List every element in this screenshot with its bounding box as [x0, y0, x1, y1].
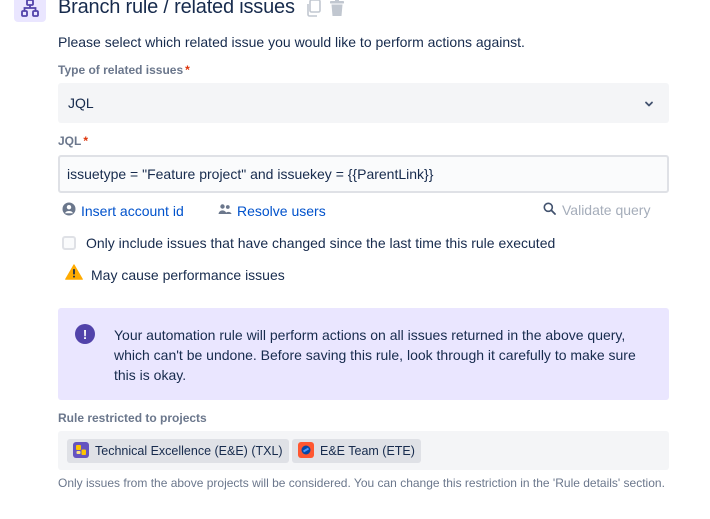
changed-issues-option: Only include issues that have changed si…: [62, 235, 555, 251]
search-icon: [543, 202, 556, 218]
type-field-label: Type of related issues *: [58, 63, 190, 77]
jql-field-label-text: JQL: [58, 134, 82, 148]
project-tag: E&E Team (ETE): [292, 439, 421, 463]
project-tag: Technical Excellence (E&E) (TXL): [67, 439, 289, 463]
trash-icon[interactable]: [329, 0, 345, 22]
exclamation-icon: !: [75, 324, 95, 344]
info-panel-text: Your automation rule will perform action…: [114, 327, 636, 383]
required-mark: *: [185, 63, 190, 77]
type-select-value: JQL: [68, 95, 94, 111]
project-avatar-icon: [298, 441, 314, 461]
description: Please select which related issue you wo…: [58, 34, 525, 50]
people-icon: [218, 202, 232, 219]
projects-box: Technical Excellence (E&E) (TXL) E&E Tea…: [58, 431, 669, 470]
page-title: Branch rule / related issues: [58, 0, 295, 18]
type-field-label-text: Type of related issues: [58, 63, 184, 77]
performance-warning: May cause performance issues: [65, 264, 285, 285]
insert-account-id-label: Insert account id: [81, 202, 184, 219]
resolve-users-label: Resolve users: [237, 202, 326, 219]
validate-query-button[interactable]: Validate query: [543, 202, 650, 218]
warning-text: May cause performance issues: [91, 266, 285, 283]
jql-field-label: JQL *: [58, 134, 88, 148]
resolve-users-link[interactable]: Resolve users: [218, 202, 326, 219]
projects-label: Rule restricted to projects: [58, 411, 207, 425]
chevron-down-icon: [643, 97, 655, 115]
person-icon: [62, 202, 76, 219]
branch-icon: [14, 0, 46, 22]
project-tag-label: Technical Excellence (E&E) (TXL): [95, 444, 283, 458]
jql-input-value: issuetype = "Feature project" and issuek…: [67, 166, 434, 182]
header: Branch rule / related issues: [0, 0, 710, 24]
changed-issues-checkbox[interactable]: [62, 236, 76, 250]
required-mark: *: [83, 134, 89, 148]
copy-icon[interactable]: [306, 0, 322, 22]
type-select[interactable]: JQL: [58, 83, 669, 123]
validate-query-label: Validate query: [562, 202, 651, 218]
warning-icon: [65, 264, 83, 285]
jql-input[interactable]: issuetype = "Feature project" and issuek…: [58, 155, 669, 193]
changed-issues-checkbox-label: Only include issues that have changed si…: [86, 235, 556, 251]
info-panel: ! Your automation rule will perform acti…: [58, 308, 669, 400]
project-tag-label: E&E Team (ETE): [320, 444, 415, 458]
insert-account-id-link[interactable]: Insert account id: [62, 202, 184, 219]
project-avatar-icon: [73, 441, 89, 461]
projects-note: Only issues from the above projects will…: [58, 476, 665, 490]
